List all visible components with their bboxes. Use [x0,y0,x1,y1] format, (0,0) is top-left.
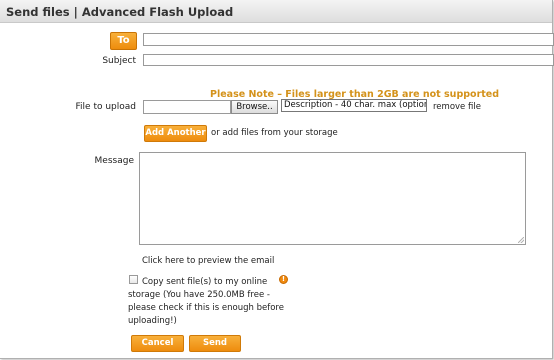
send-button[interactable]: Send [189,335,241,352]
to-field[interactable] [143,33,554,46]
description-input[interactable]: Description - 40 char. max (optional) [281,99,427,112]
panel-header: Send files | Advanced Flash Upload [0,0,552,23]
send-files-panel: Send files | Advanced Flash Upload To Su… [0,0,554,359]
copy-to-storage-text: Copy sent file(s) to my online storage (… [128,277,284,326]
browse-button[interactable]: Browse.. [231,100,278,114]
subject-field[interactable] [143,54,554,66]
subject-label: Subject [102,56,136,66]
message-textarea[interactable] [139,152,526,245]
page-title: Send files | Advanced Flash Upload [6,5,234,19]
message-label: Message [94,156,134,166]
file-to-upload-label: File to upload [75,102,136,112]
preview-email-link[interactable]: Click here to preview the email [142,256,274,266]
resize-grip-icon[interactable] [518,237,524,243]
info-icon[interactable]: ! [279,275,288,284]
remove-file-link[interactable]: remove file [433,102,481,112]
file-path-input[interactable] [143,100,231,114]
copy-to-storage-checkbox[interactable] [129,275,138,284]
cancel-button[interactable]: Cancel [131,335,184,352]
add-another-button[interactable]: Add Another [144,125,207,142]
add-from-storage-link[interactable]: or add files from your storage [211,128,338,138]
to-button[interactable]: To [110,32,137,50]
